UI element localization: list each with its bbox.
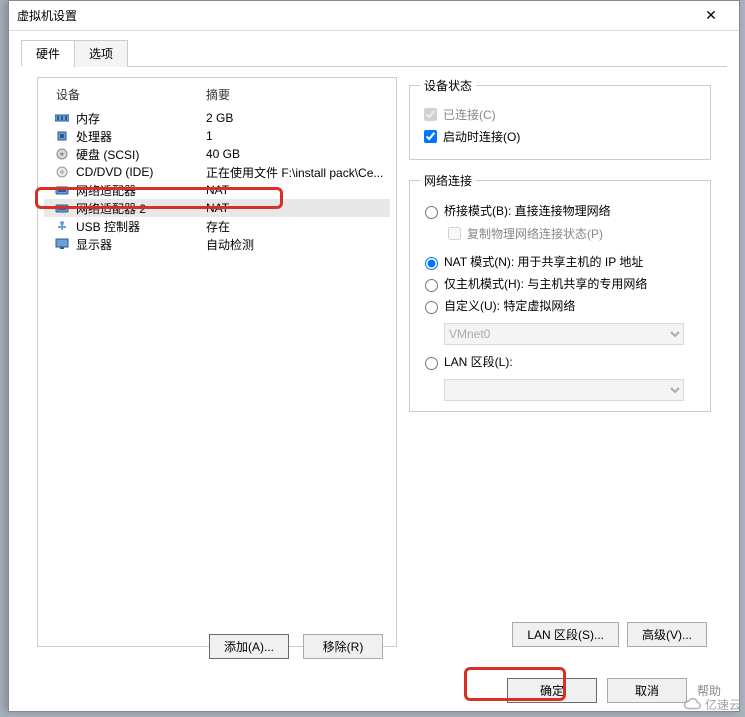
device-summary: NAT [206, 201, 386, 215]
usb-icon [54, 219, 70, 233]
custom-label: 自定义(U): 特定虚拟网络 [444, 297, 575, 314]
device-summary: 2 GB [206, 111, 386, 125]
header-device: 设备 [56, 86, 206, 103]
device-row[interactable]: 网络适配器 2NAT [44, 199, 390, 217]
device-name: CD/DVD (IDE) [76, 165, 206, 179]
watermark: 亿速云 [683, 695, 741, 713]
device-row[interactable]: CD/DVD (IDE)正在使用文件 F:\install pack\Ce... [44, 163, 390, 181]
device-panel: 设备 摘要 内存2 GB处理器1硬盘 (SCSI)40 GBCD/DVD (ID… [37, 77, 397, 647]
nat-radio[interactable] [425, 257, 438, 270]
bridged-row[interactable]: 桥接模式(B): 直接连接物理网络 [420, 202, 700, 219]
ok-button[interactable]: 确定 [507, 678, 597, 703]
close-icon[interactable]: ✕ [691, 7, 731, 24]
custom-network-select: VMnet0 [444, 323, 684, 345]
connected-row: 已连接(C) [420, 105, 700, 124]
device-list[interactable]: 内存2 GB处理器1硬盘 (SCSI)40 GBCD/DVD (IDE)正在使用… [44, 109, 390, 640]
device-row[interactable]: 内存2 GB [44, 109, 390, 127]
replicate-label: 复制物理网络连接状态(P) [467, 225, 603, 242]
content: 设备 摘要 内存2 GB处理器1硬盘 (SCSI)40 GBCD/DVD (ID… [21, 67, 727, 657]
network-connection-group: 网络连接 桥接模式(B): 直接连接物理网络 复制物理网络连接状态(P) NAT… [409, 172, 711, 412]
device-summary: 正在使用文件 F:\install pack\Ce... [206, 164, 386, 181]
device-name: 内存 [76, 110, 206, 127]
device-row[interactable]: USB 控制器存在 [44, 217, 390, 235]
add-remove-buttons: 添加(A)... 移除(R) [209, 634, 383, 659]
connect-on-power-row[interactable]: 启动时连接(O) [420, 127, 700, 146]
header-summary: 摘要 [206, 86, 230, 103]
tabs: 硬件 选项 [21, 39, 727, 67]
cd-icon [54, 165, 70, 179]
device-name: 显示器 [76, 236, 206, 253]
device-header: 设备 摘要 [44, 84, 390, 109]
device-summary: NAT [206, 183, 386, 197]
dialog-buttons: 确定 取消 帮助 [9, 678, 739, 703]
connected-label: 已连接(C) [443, 106, 496, 123]
device-row[interactable]: 网络适配器NAT [44, 181, 390, 199]
device-status-group: 设备状态 已连接(C) 启动时连接(O) [409, 77, 711, 160]
custom-select-row: VMnet0 [444, 319, 700, 345]
cancel-button[interactable]: 取消 [607, 678, 687, 703]
network-connection-legend: 网络连接 [420, 172, 476, 189]
hostonly-radio[interactable] [425, 279, 438, 292]
bridged-label: 桥接模式(B): 直接连接物理网络 [444, 202, 611, 219]
display-icon [54, 237, 70, 251]
cloud-icon [683, 695, 701, 713]
device-summary: 存在 [206, 218, 386, 235]
lan-segments-button[interactable]: LAN 区段(S)... [512, 622, 619, 647]
lan-segment-select [444, 379, 684, 401]
device-row[interactable]: 硬盘 (SCSI)40 GB [44, 145, 390, 163]
tabs-area: 硬件 选项 设备 摘要 内存2 GB处理器1硬盘 (SCSI)40 GBCD/D… [9, 31, 739, 657]
tab-options[interactable]: 选项 [74, 40, 128, 67]
hostonly-label: 仅主机模式(H): 与主机共享的专用网络 [444, 275, 647, 292]
replicate-checkbox [448, 227, 461, 240]
device-name: 网络适配器 [76, 182, 206, 199]
custom-radio[interactable] [425, 301, 438, 314]
window-title: 虚拟机设置 [17, 7, 691, 24]
memory-icon [54, 111, 70, 125]
cpu-icon [54, 129, 70, 143]
custom-row[interactable]: 自定义(U): 特定虚拟网络 [420, 297, 700, 314]
device-name: USB 控制器 [76, 218, 206, 235]
device-name: 网络适配器 2 [76, 200, 206, 217]
replicate-row: 复制物理网络连接状态(P) [444, 224, 700, 243]
lan-select-row [444, 375, 700, 401]
device-row[interactable]: 处理器1 [44, 127, 390, 145]
net-icon [54, 183, 70, 197]
lan-label: LAN 区段(L): [444, 353, 513, 370]
device-name: 硬盘 (SCSI) [76, 146, 206, 163]
lan-radio[interactable] [425, 357, 438, 370]
disk-icon [54, 147, 70, 161]
bridged-radio[interactable] [425, 206, 438, 219]
lan-row[interactable]: LAN 区段(L): [420, 353, 700, 370]
device-row[interactable]: 显示器自动检测 [44, 235, 390, 253]
device-status-legend: 设备状态 [420, 77, 476, 94]
advanced-button[interactable]: 高级(V)... [627, 622, 707, 647]
vm-settings-window: 虚拟机设置 ✕ 硬件 选项 设备 摘要 内存2 GB处理器1硬盘 (SCSI)4… [8, 0, 740, 712]
device-summary: 自动检测 [206, 236, 386, 253]
connected-checkbox [424, 108, 437, 121]
remove-button[interactable]: 移除(R) [303, 634, 383, 659]
titlebar: 虚拟机设置 ✕ [9, 1, 739, 31]
device-summary: 40 GB [206, 147, 386, 161]
settings-panel: 设备状态 已连接(C) 启动时连接(O) 网络连接 桥接模式(B): 直接连接物 [409, 77, 711, 647]
hostonly-row[interactable]: 仅主机模式(H): 与主机共享的专用网络 [420, 275, 700, 292]
net-icon [54, 201, 70, 215]
device-summary: 1 [206, 129, 386, 143]
device-name: 处理器 [76, 128, 206, 145]
nat-label: NAT 模式(N): 用于共享主机的 IP 地址 [444, 253, 643, 270]
add-button[interactable]: 添加(A)... [209, 634, 289, 659]
connect-on-power-checkbox[interactable] [424, 130, 437, 143]
right-buttons: LAN 区段(S)... 高级(V)... [409, 622, 711, 647]
connect-on-power-label: 启动时连接(O) [443, 128, 520, 145]
nat-row[interactable]: NAT 模式(N): 用于共享主机的 IP 地址 [420, 253, 700, 270]
tab-hardware[interactable]: 硬件 [21, 40, 75, 67]
